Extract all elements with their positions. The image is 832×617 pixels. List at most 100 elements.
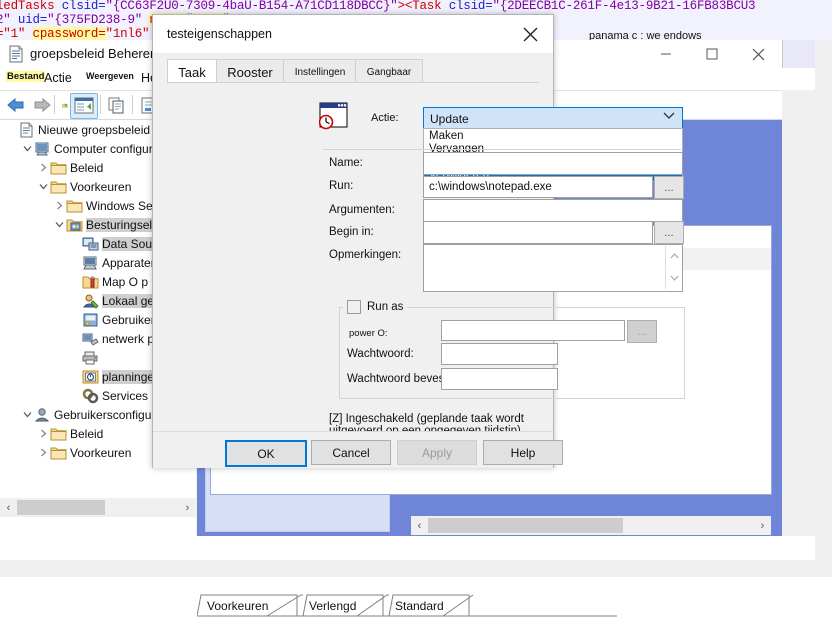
comments-label: Opmerkingen: [329,249,402,261]
close-icon[interactable] [735,40,781,68]
xml-annotation-note: panama c : we endows [587,30,704,40]
chevron-right-icon[interactable] [52,201,66,210]
chevron-right-icon[interactable] [36,448,50,457]
menu-item-actie[interactable]: Actie [44,71,72,85]
tree-item-label: Data Sour [102,236,157,251]
xml-token: cpassword= [32,27,106,40]
tree-item-label: Beleid [70,160,104,175]
xml-token: clsid= [61,0,106,13]
xml-token: 2" [0,13,11,27]
menu-item-weergeven[interactable]: Weergeven [86,71,134,81]
section-divider [323,149,681,150]
begin-in-input[interactable] [423,221,653,244]
user-account-browse-button[interactable]: ... [627,320,657,343]
chevron-down-icon[interactable] [20,145,34,152]
chevron-down-icon[interactable] [52,221,66,228]
scroll-right-icon[interactable]: › [179,498,196,517]
scroll-right-icon[interactable]: › [754,516,771,535]
xml-token: ledTasks [0,0,62,13]
local-users-icon [82,293,99,309]
dialog-titlebar: testeigenschappen [153,15,553,53]
window-vertical-scrollbar[interactable] [815,40,832,577]
comments-vertical-scrollbar[interactable] [665,245,682,289]
user-account-label: power O: [349,328,388,339]
run-browse-button[interactable]: ... [654,176,684,199]
data-source-icon [82,236,99,252]
scroll-left-icon[interactable]: ‹ [411,516,428,535]
xml-token: "{CC63F2U0-7309-4baU-B154-A71CD118DBCC}" [105,0,398,13]
folder-icon [50,179,67,195]
list-horizontal-scrollbar[interactable]: ‹ › [411,516,771,535]
user-icon [34,407,51,423]
tree-item-label: netwerk p [102,331,155,346]
chevron-right-icon[interactable] [36,163,50,172]
folder-icon [50,160,67,176]
action-combobox[interactable]: Update [423,107,683,130]
comments-textarea[interactable] [423,244,683,292]
network-options-icon [82,312,99,328]
copy-icon[interactable] [105,94,129,116]
tab-label: Instellingen [294,66,346,78]
run-label: Run: [329,180,354,192]
password-confirm-input[interactable] [441,368,558,390]
action-combobox-value: Update [430,111,469,126]
sheet-tab-shapes [197,594,617,617]
tab-label: Gangbaar [366,66,412,78]
tree-item-label: Lokaal ge [102,293,155,308]
password-input[interactable] [441,343,558,365]
arguments-input[interactable] [423,199,683,222]
document-icon [18,122,35,138]
minimize-icon[interactable] [643,40,689,68]
help-button[interactable]: Help [483,440,563,465]
scroll-track[interactable] [428,516,754,535]
printer-icon [82,350,99,366]
menu-item-bestand[interactable]: Bestand [6,71,46,82]
dialog-title: testeigenschappen [167,27,272,41]
tree-item-label: Voorkeuren [70,179,132,194]
run-as-legend[interactable]: Run as [343,299,408,315]
close-icon[interactable] [513,19,547,49]
arguments-label: Argumenten: [329,204,395,216]
xml-code-line-1: ledTasks clsid="{CC63F2U0-7309-4baU-B154… [0,0,756,13]
tab-label: Rooster [227,64,273,80]
tree-item-label: Beleid [70,426,104,441]
devices-icon [82,255,99,271]
scroll-up-icon[interactable] [666,245,682,267]
scroll-thumb[interactable] [17,500,105,515]
up-folder-icon[interactable] [44,94,68,116]
chevron-down-icon[interactable] [20,411,34,418]
run-input-value: c:\windows\notepad.exe [429,181,552,193]
console-document-icon [8,45,24,63]
name-input[interactable] [423,152,683,175]
cancel-button[interactable]: Cancel [311,440,391,465]
dropdown-option-maken[interactable]: Maken [424,129,682,142]
xml-token: ="1" [0,27,26,40]
chevron-down-icon[interactable] [663,111,675,123]
begin-in-browse-button[interactable]: ... [654,221,684,244]
tree-item-label: Besturingsele [86,217,159,232]
chevron-right-icon[interactable] [36,429,50,438]
back-arrow-icon[interactable] [4,94,28,116]
window-title: groepsbeleid Beheren [30,46,158,61]
user-account-input[interactable] [441,320,625,341]
scroll-thumb[interactable] [428,518,623,533]
maximize-icon[interactable] [689,40,735,68]
network-icon [82,331,99,347]
tree-item-label: Voorkeuren [70,445,132,460]
folder-options-icon [82,274,99,290]
run-input[interactable]: c:\windows\notepad.exe [423,176,653,198]
scroll-track[interactable] [17,498,179,517]
xml-token: "{375FD238-9 [47,13,135,27]
scroll-left-icon[interactable]: ‹ [0,498,17,517]
scroll-down-icon[interactable] [666,267,682,289]
folder-icon [66,198,83,214]
run-as-checkbox[interactable] [347,300,361,314]
show-hide-console-tree-icon[interactable] [72,94,96,116]
ok-button[interactable]: OK [225,440,307,467]
xml-token: clsid= [448,0,493,13]
folder-icon [50,445,67,461]
task-properties-dialog: testeigenschappen Taak Rooster Instellin… [152,14,685,468]
apply-button: Apply [397,440,477,465]
chevron-down-icon[interactable] [36,183,50,190]
tree-horizontal-scrollbar[interactable]: ‹ › [0,498,196,517]
